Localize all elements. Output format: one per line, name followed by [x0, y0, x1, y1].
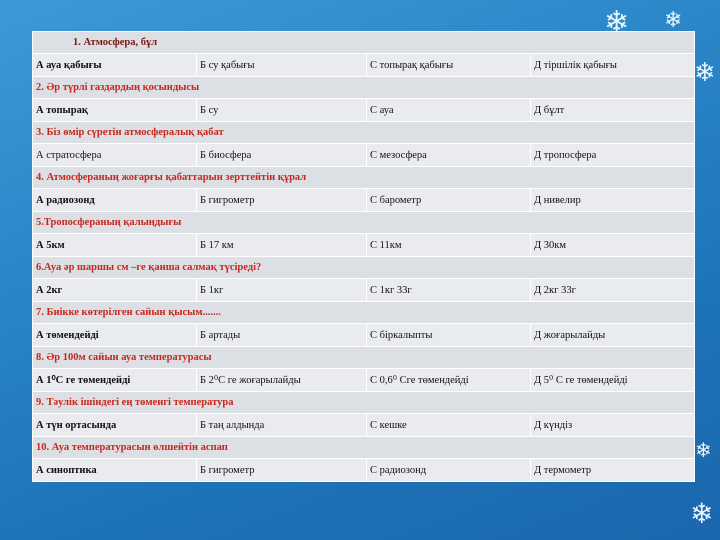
question-row: 5.Тропосфераның қалыңдығы: [31, 211, 696, 234]
answer-option: Д жоғарылайды: [529, 323, 696, 347]
answer-option: Б гигрометр: [196, 458, 367, 482]
answer-option: Д 5⁰ С ге төмендейді: [529, 368, 696, 392]
answer-option: Б биосфера: [196, 143, 367, 167]
question-text: 2. Әр түрлі газдардың қосындысы: [31, 76, 696, 99]
question-row: 7. Биікке көтерілген сайын қысым.......: [31, 301, 696, 324]
answer-option: Б 17 км: [196, 233, 367, 257]
answer-option: Б таң алдында: [196, 413, 367, 437]
answer-option: Б су қабығы: [196, 53, 367, 77]
answer-option: А 5км: [32, 233, 197, 257]
question-text: 9. Тәулік ішіндегі ең төменгі температур…: [31, 391, 696, 414]
question-text: 6.Ауа әр шаршы см –ге қанша салмақ түсір…: [31, 256, 696, 279]
answer-option: А 2кг: [32, 278, 197, 302]
answer-option: Д нивелир: [529, 188, 696, 212]
answer-option: С 11км: [366, 233, 531, 257]
answer-option: Д бұлт: [529, 98, 696, 122]
question-row: 8. Әр 100м сайын ауа температурасы: [31, 346, 696, 369]
answer-option: С біркалыпты: [366, 323, 531, 347]
question-text: 10. Ауа температурасын өлшейтін аспап: [31, 436, 696, 459]
question-row: 3. Біз өмір сүретін атмосфералық қабат: [31, 121, 696, 144]
answer-option: А синоптика: [32, 458, 197, 482]
answer-option: А радиозонд: [32, 188, 197, 212]
answer-row: А 1⁰С ге төмендейді Б 2⁰С ге жоғарылайды С…: [32, 368, 696, 392]
answer-option: А стратосфера: [32, 143, 197, 167]
answer-option: А түн ортасында: [32, 413, 197, 437]
snowflake-icon: ❄: [690, 497, 714, 530]
answer-row: А стратосфера Б биосфера С мезосфера Д троп…: [32, 143, 696, 167]
question-text: 5.Тропосфераның қалыңдығы: [31, 211, 696, 234]
answer-option: Д 2кг 33г: [529, 278, 696, 302]
answer-option: С 1кг 33г: [366, 278, 531, 302]
answer-option: С радиозонд: [366, 458, 531, 482]
answer-row: А 5км Б 17 км С 11км Д 30км: [32, 233, 696, 257]
question-text: 8. Әр 100м сайын ауа температурасы: [31, 346, 696, 369]
snowflake-icon: ❄: [695, 438, 712, 462]
question-text: 1. Атмосфера, бұл: [31, 31, 696, 54]
answer-option: Д тіршілік қабығы: [529, 53, 696, 77]
answer-option: Б гигрометр: [196, 188, 367, 212]
answer-option: Д күндіз: [529, 413, 696, 437]
question-row: 1. Атмосфера, бұл: [31, 31, 696, 54]
answer-option: Б артады: [196, 323, 367, 347]
answer-option: А төмендейді: [32, 323, 197, 347]
answer-option: С топырақ қабығы: [366, 53, 531, 77]
quiz-body: 1. Атмосфера, бұл А ауа қабығы Б су қабығы…: [31, 31, 696, 482]
answer-option: С кешке: [366, 413, 531, 437]
answer-option: С барометр: [366, 188, 531, 212]
answer-option: Д 30км: [529, 233, 696, 257]
question-text: 7. Биікке көтерілген сайын қысым.......: [31, 301, 696, 324]
answer-option: Б 1кг: [196, 278, 367, 302]
answer-row: А түн ортасында Б таң алдында С кешке Д күн…: [32, 413, 696, 437]
question-row: 6.Ауа әр шаршы см –ге қанша салмақ түсір…: [31, 256, 696, 279]
answer-row: А ауа қабығы Б су қабығы С топырақ қабығы Д…: [32, 53, 696, 77]
answer-option: С 0,6⁰ Сге төмендейді: [366, 368, 531, 392]
answer-option: А 1⁰С ге төмендейді: [32, 368, 197, 392]
quiz-table: 1. Атмосфера, бұл А ауа қабығы Б су қабығы…: [31, 31, 696, 482]
answer-option: А ауа қабығы: [32, 53, 197, 77]
question-row: 10. Ауа температурасын өлшейтін аспап: [31, 436, 696, 459]
question-text: 4. Атмосфераның жоғарғы қабаттарын зертт…: [31, 166, 696, 189]
answer-row: А радиозонд Б гигрометр С барометр Д нивели…: [32, 188, 696, 212]
answer-option: Д тропосфера: [529, 143, 696, 167]
snowflake-icon: ❄: [664, 8, 683, 33]
question-row: 9. Тәулік ішіндегі ең төменгі температур…: [31, 391, 696, 414]
question-row: 4. Атмосфераның жоғарғы қабаттарын зертт…: [31, 166, 696, 189]
answer-row: А топырақ Б су С ауа Д бұлт: [32, 98, 696, 122]
answer-option: Б 2⁰С ге жоғарылайды: [196, 368, 367, 392]
answer-option: С мезосфера: [366, 143, 531, 167]
answer-option: С ауа: [366, 98, 531, 122]
question-row: 2. Әр түрлі газдардың қосындысы: [31, 76, 696, 99]
snowflake-icon: ❄: [694, 58, 716, 88]
answer-option: А топырақ: [32, 98, 197, 122]
answer-row: А төмендейді Б артады С біркалыпты Д жоғары…: [32, 323, 696, 347]
answer-row: А 2кг Б 1кг С 1кг 33г Д 2кг 33г: [32, 278, 696, 302]
answer-option: Д термометр: [529, 458, 696, 482]
question-text: 3. Біз өмір сүретін атмосфералық қабат: [31, 121, 696, 144]
answer-option: Б су: [196, 98, 367, 122]
answer-row: А синоптика Б гигрометр С радиозонд Д термо…: [32, 458, 696, 482]
